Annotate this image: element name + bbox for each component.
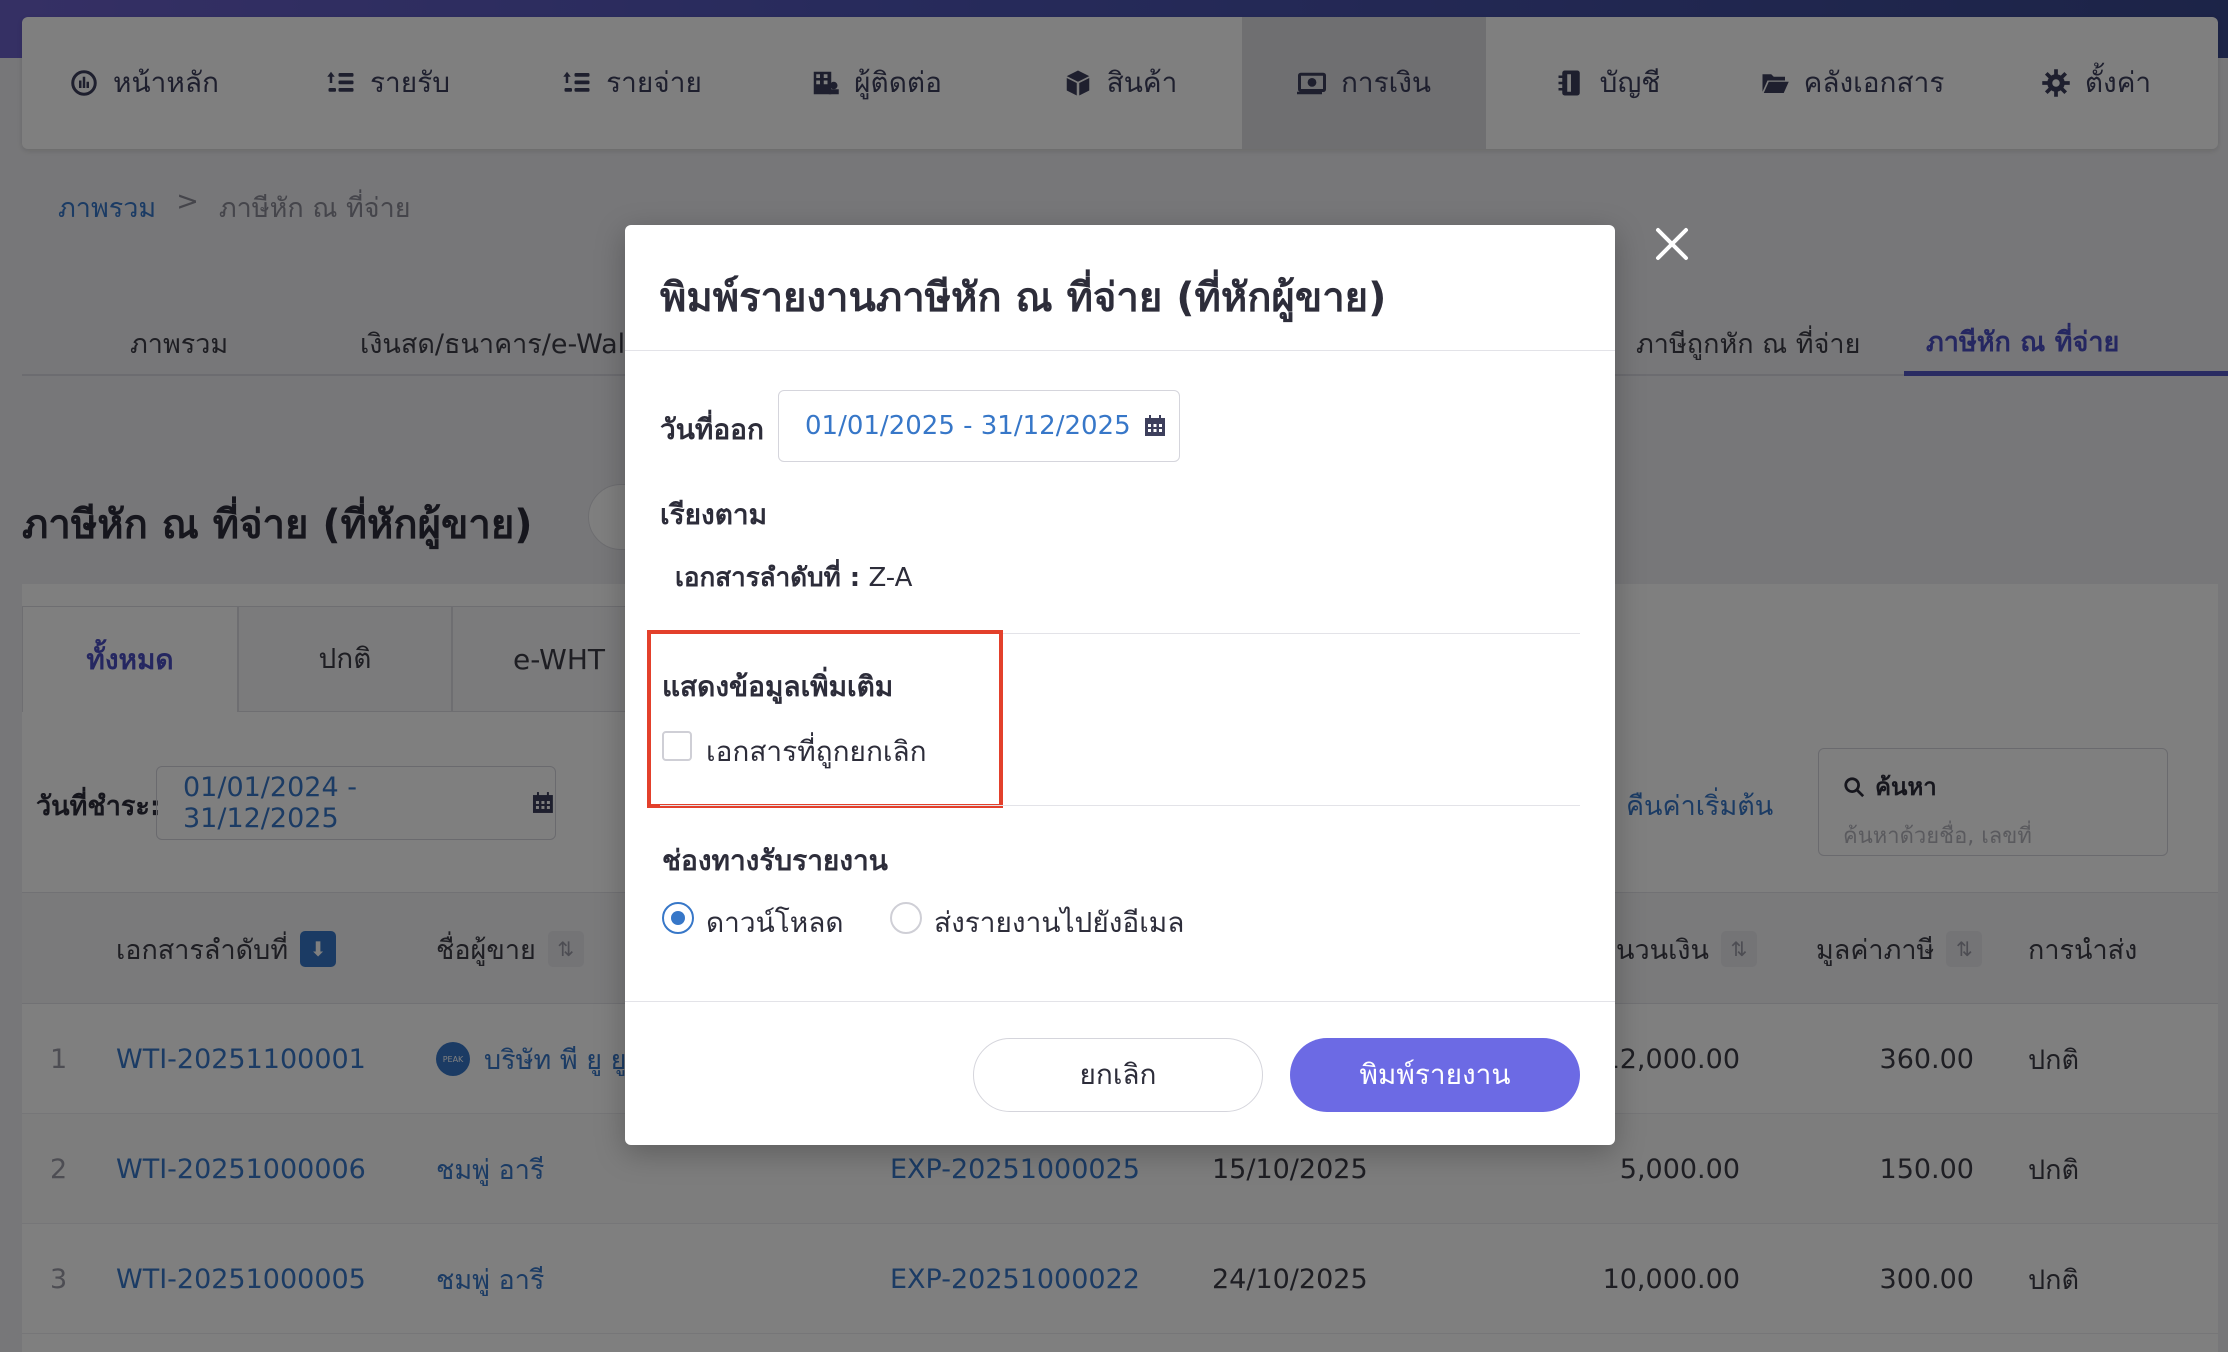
- issue-date-value: 01/01/2025 - 31/12/2025: [805, 411, 1131, 441]
- highlight-box: [647, 630, 1003, 808]
- close-icon[interactable]: [1650, 222, 1694, 266]
- modal-footer-divider: [625, 1001, 1615, 1002]
- calendar-icon: [1144, 415, 1165, 436]
- print-report-button[interactable]: พิมพ์รายงาน: [1290, 1038, 1580, 1112]
- cancel-button[interactable]: ยกเลิก: [973, 1038, 1263, 1112]
- extra-info-label: แสดงข้อมูลเพิ่มเติม: [662, 670, 894, 703]
- sort-direction: Z-A: [868, 563, 913, 593]
- download-label[interactable]: ดาวน์โหลด: [706, 901, 844, 945]
- email-label[interactable]: ส่งรายงานไปยังอีเมล: [934, 901, 1184, 945]
- cancelled-docs-checkbox[interactable]: [662, 731, 692, 761]
- issue-date-label: วันที่ออก: [660, 413, 764, 446]
- channel-label: ช่องทางรับรายงาน: [662, 844, 888, 877]
- print-report-modal: พิมพ์รายงานภาษีหัก ณ ที่จ่าย (ที่หักผู้ข…: [625, 225, 1615, 1145]
- modal-header-divider: [625, 350, 1615, 351]
- issue-date-picker[interactable]: 01/01/2025 - 31/12/2025: [778, 390, 1180, 462]
- download-radio[interactable]: [662, 902, 694, 934]
- sort-by-value: เอกสารลำดับที่ : Z-A: [675, 557, 912, 598]
- sort-key: เอกสารลำดับที่ :: [675, 563, 861, 593]
- cancelled-docs-label[interactable]: เอกสารที่ถูกยกเลิก: [706, 730, 927, 774]
- email-radio[interactable]: [890, 902, 922, 934]
- modal-title: พิมพ์รายงานภาษีหัก ณ ที่จ่าย (ที่หักผู้ข…: [660, 275, 1387, 321]
- section-divider: [660, 805, 1580, 806]
- sort-by-label: เรียงตาม: [660, 498, 768, 531]
